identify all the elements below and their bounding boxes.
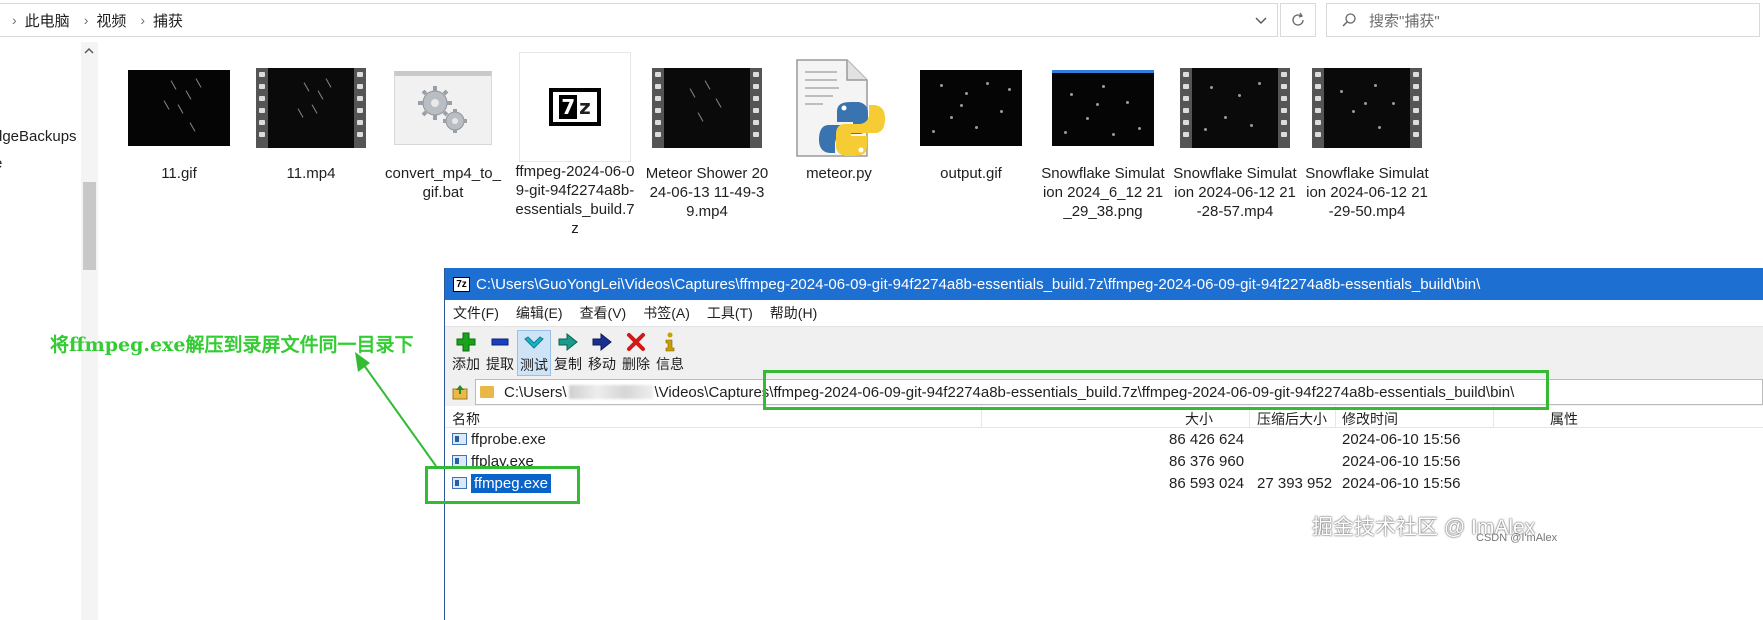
watermark-sub: CSDN @I'mAlex [1476, 532, 1558, 544]
